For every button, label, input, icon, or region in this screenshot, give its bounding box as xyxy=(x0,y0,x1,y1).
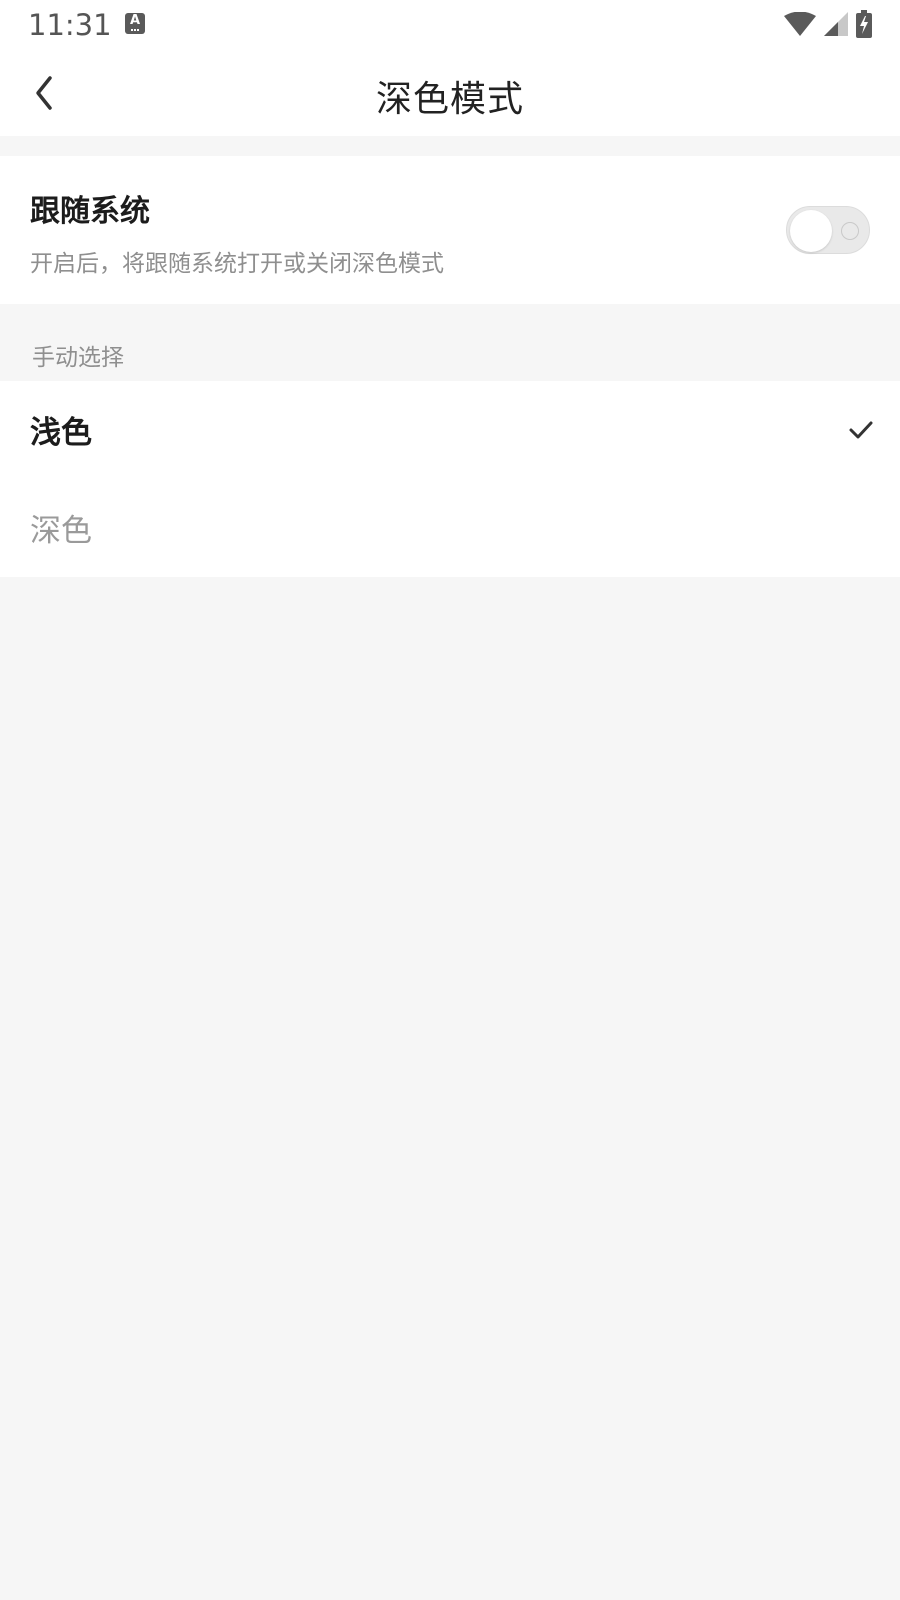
signal-icon xyxy=(824,12,848,36)
status-time: 11:31 xyxy=(28,8,112,42)
follow-system-title: 跟随系统 xyxy=(30,194,150,229)
option-light-label: 浅色 xyxy=(30,415,92,451)
follow-system-toggle[interactable] xyxy=(786,206,870,254)
dark-mode-settings-screen: 11:31 A 深色模式 跟随系统 开启后，将跟随系统打开或关闭深色模式 手动选… xyxy=(0,0,900,1600)
checkmark-icon xyxy=(849,421,873,439)
keyboard-a-icon: A xyxy=(125,13,145,34)
status-icons xyxy=(784,10,872,38)
theme-options-list: 浅色 深色 xyxy=(0,381,900,577)
option-light[interactable]: 浅色 xyxy=(0,381,900,479)
wifi-icon xyxy=(784,12,816,36)
option-dark[interactable]: 深色 xyxy=(0,479,900,577)
app-header: 深色模式 xyxy=(0,50,900,136)
page-title: 深色模式 xyxy=(375,79,524,120)
status-bar: 11:31 A xyxy=(0,0,900,50)
toggle-knob xyxy=(790,210,832,252)
manual-selection-label: 手动选择 xyxy=(32,345,124,371)
follow-system-description: 开启后，将跟随系统打开或关闭深色模式 xyxy=(30,251,444,277)
option-dark-label: 深色 xyxy=(30,513,92,549)
toggle-off-indicator-icon xyxy=(841,222,859,240)
follow-system-setting: 跟随系统 开启后，将跟随系统打开或关闭深色模式 xyxy=(0,156,900,304)
battery-charging-icon xyxy=(856,10,872,38)
